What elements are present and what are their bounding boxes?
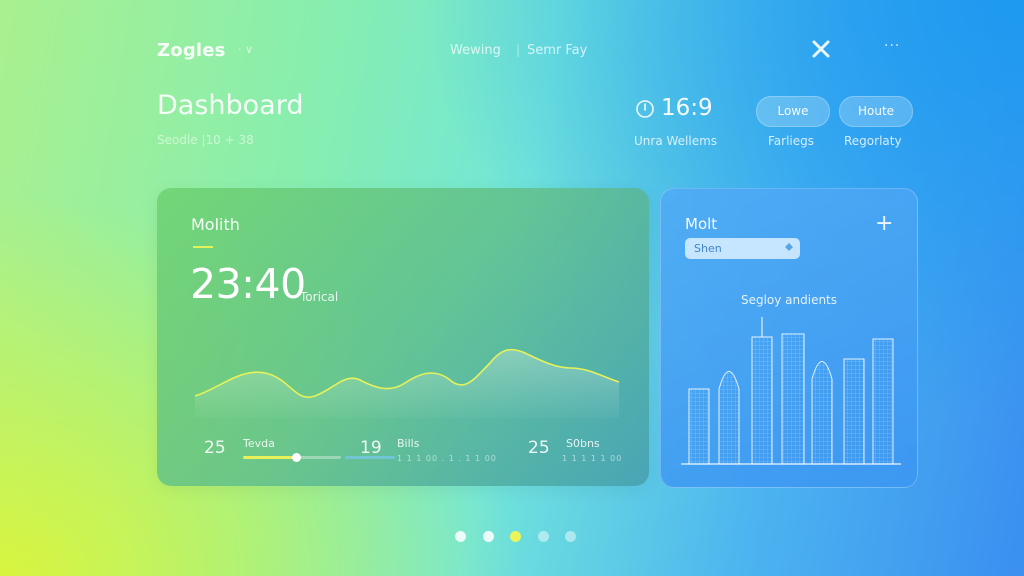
stat-value: 25 bbox=[204, 438, 226, 458]
side-card: Molt + Shen Segloy andients bbox=[660, 188, 918, 488]
stat-value: 19 bbox=[360, 438, 382, 458]
stat-label: S0bns bbox=[566, 437, 600, 450]
side-card-label: Segloy andients bbox=[740, 293, 838, 307]
pill-button-houte[interactable]: Houte bbox=[839, 96, 913, 127]
nav-separator: | bbox=[516, 43, 521, 57]
card-title: Molith bbox=[191, 215, 240, 234]
pager-dot[interactable] bbox=[455, 531, 466, 542]
city-skyline-illustration bbox=[681, 317, 901, 465]
pill-button-lowe[interactable]: Lowe bbox=[756, 96, 830, 127]
stat-ticks: 1 1 1 1 1 00 bbox=[562, 454, 623, 463]
main-time-value: 23:40 bbox=[190, 260, 306, 308]
stat-value: 25 bbox=[528, 438, 550, 458]
chip-label: Shen bbox=[694, 242, 722, 255]
pager-dot[interactable] bbox=[565, 531, 576, 542]
chip-input[interactable]: Shen bbox=[685, 238, 800, 259]
pill-sub-label: Regorlaty bbox=[844, 134, 902, 148]
main-time-label: Torical bbox=[300, 290, 339, 304]
slider-fill bbox=[243, 456, 296, 459]
stat-label: Tevda bbox=[243, 437, 275, 450]
stat-ticks: 1 1 1 00 . 1 . 1 1 00 bbox=[397, 454, 497, 463]
nav-link-semr-fay[interactable]: Semr Fay bbox=[527, 43, 587, 58]
clock-icon bbox=[635, 99, 655, 119]
pager-dot[interactable] bbox=[537, 531, 549, 542]
close-icon bbox=[812, 40, 830, 58]
page-title: Dashboard bbox=[157, 90, 304, 121]
more-options-button[interactable]: ··· bbox=[884, 38, 900, 54]
app-brand[interactable]: Zogles bbox=[157, 40, 226, 61]
pager-dot[interactable] bbox=[482, 531, 494, 542]
close-button[interactable] bbox=[810, 38, 832, 60]
clock-label: Unra Wellems bbox=[634, 134, 718, 148]
card-accent-line bbox=[193, 246, 213, 248]
progress-slider[interactable] bbox=[243, 453, 341, 462]
pager-dot[interactable] bbox=[510, 531, 521, 542]
add-button[interactable]: + bbox=[875, 211, 893, 236]
slider-knob[interactable] bbox=[291, 453, 301, 462]
main-card: Molith 23:40 Torical 25 Tevda 19 Bills 1… bbox=[157, 188, 649, 486]
wave-line-chart bbox=[195, 348, 619, 418]
stat-label: Bills bbox=[397, 437, 420, 450]
side-card-title: Molt bbox=[685, 215, 718, 233]
pill-sub-label: Farliegs bbox=[768, 134, 815, 148]
clock-value: 16:9 bbox=[661, 95, 713, 121]
tag-icon bbox=[785, 243, 793, 251]
brand-dropdown-caret[interactable]: · ∨ bbox=[238, 43, 253, 56]
page-subtitle: Seodle |10 + 38 bbox=[157, 133, 254, 147]
nav-link-wewing[interactable]: Wewing bbox=[450, 43, 501, 58]
